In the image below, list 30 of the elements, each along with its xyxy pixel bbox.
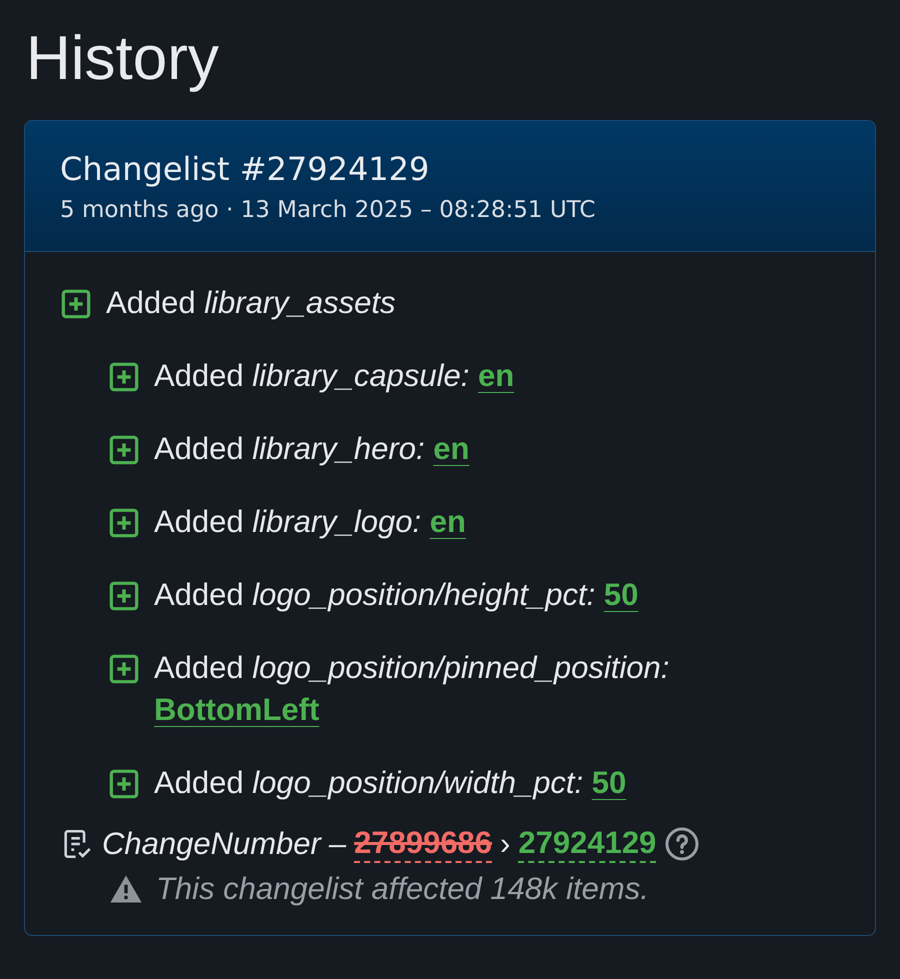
value-link[interactable]: BottomLeft [154,692,320,728]
plus-square-icon [60,288,92,320]
plus-square-icon [108,434,140,466]
plus-square-icon [108,580,140,612]
warning-text: This changelist affected 148k items. [156,871,649,908]
changelist-date: 5 months ago · 13 March 2025 – 08:28:51 UTC [60,197,596,224]
value-link[interactable]: en [433,431,470,466]
dash-separator: – [328,826,346,862]
plus-square-icon [108,768,140,800]
arrow-separator: › [500,826,510,862]
change-text: Added logo_position/width_pct: 50 [154,764,626,802]
help-icon[interactable] [664,826,700,862]
old-change-number: 27899686 [354,825,492,864]
new-change-number: 27924129 [518,825,656,864]
change-text: Added logo_position/height_pct: 50 [154,576,638,614]
plus-square-icon [108,361,140,394]
plus-square-icon [108,653,140,686]
page-title: History [26,23,220,95]
changelist-title: Changelist #27924129 [60,149,430,190]
change-text: Added library_hero: en [154,430,470,468]
change-text: Added library_logo: en [154,503,466,542]
value-link[interactable]: 50 [604,577,638,612]
value-link[interactable]: 50 [592,765,626,800]
change-number-label: ChangeNumber [102,826,321,862]
change-text: Added library_capsule: en [154,357,514,396]
value-link[interactable]: en [478,358,514,394]
change-text: Added library_assets [106,284,396,322]
plus-square-icon [108,507,140,540]
change-text: Added logo_position/pinned_position: BottomLeft [154,649,670,730]
value-link[interactable]: en [430,504,466,540]
